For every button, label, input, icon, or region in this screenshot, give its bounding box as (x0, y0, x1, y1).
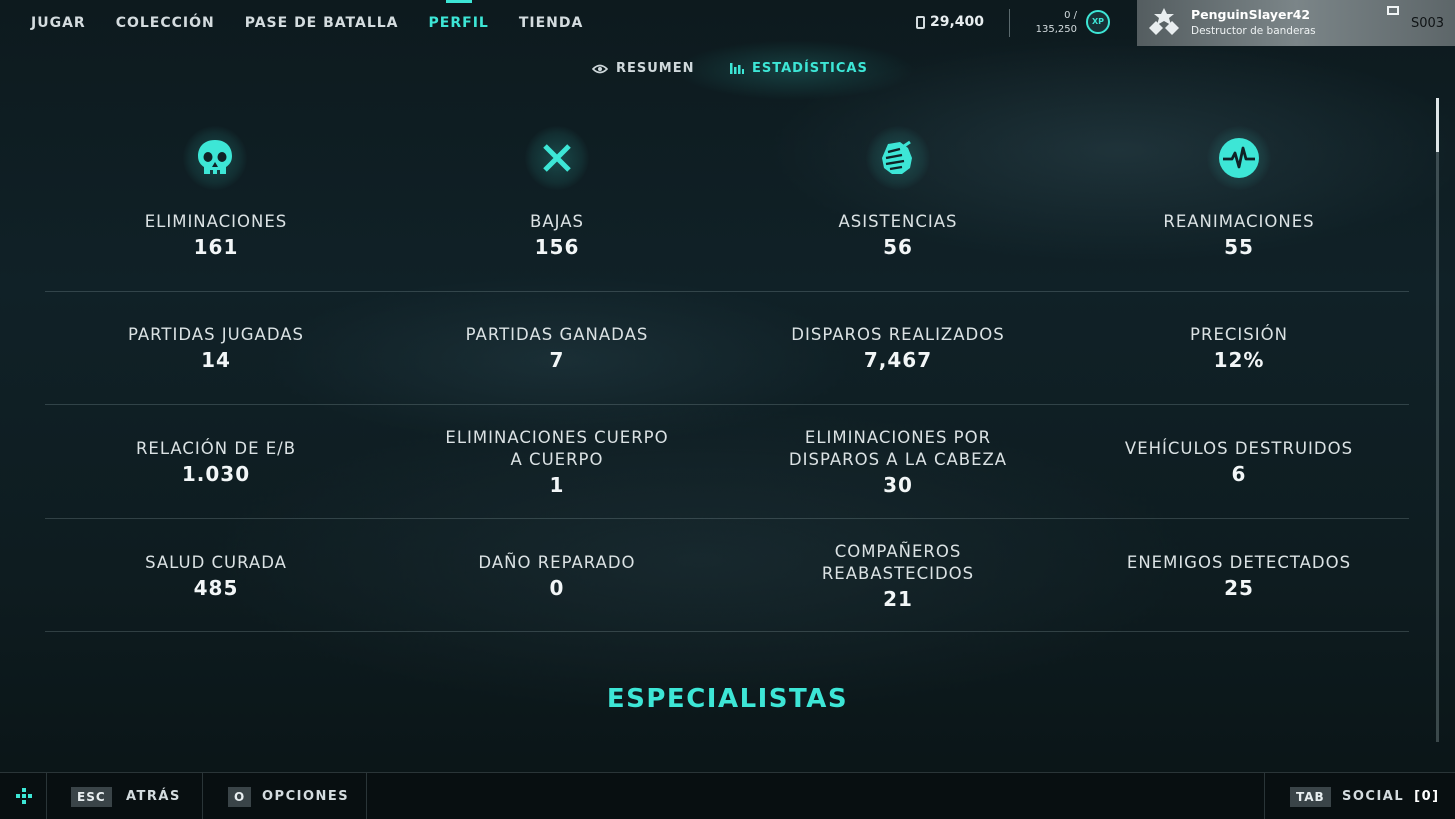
bar-chart-icon (730, 63, 744, 74)
row-divider (45, 518, 1409, 519)
handshake-icon (882, 140, 912, 174)
stat-label: SALUD CURADA (145, 553, 287, 572)
stat-bajas: BAJAS 156 (397, 211, 717, 261)
stat-salud-curada: SALUD CURADA 485 (56, 552, 376, 602)
stat-dano-reparado: DAÑO REPARADO 0 (397, 552, 717, 602)
stat-value: 56 (883, 235, 913, 259)
stat-label: REANIMACIONES (1163, 212, 1315, 231)
stat-value: 7 (549, 348, 565, 372)
tab-resumen-label: RESUMEN (616, 61, 695, 76)
stat-label: ELIMINACIONES POR DISPAROS A LA CABEZA (788, 428, 1008, 469)
social-label: SOCIAL (1342, 789, 1405, 804)
back-button[interactable]: ATRÁS (126, 789, 181, 804)
stat-enemigos-detectados: ENEMIGOS DETECTADOS 25 (1079, 552, 1399, 602)
stat-label: ASISTENCIAS (838, 212, 958, 231)
stat-value: 156 (534, 235, 580, 259)
scrollbar-thumb[interactable] (1436, 98, 1439, 152)
stat-label: BAJAS (530, 212, 584, 231)
options-button[interactable]: OPCIONES (262, 789, 349, 804)
skull-icon (198, 140, 232, 174)
stat-value: 14 (201, 348, 231, 372)
o-key: O (228, 787, 252, 807)
stat-label: PARTIDAS GANADAS (465, 325, 649, 344)
stat-value: 0 (549, 576, 565, 600)
stat-label: ENEMIGOS DETECTADOS (1126, 553, 1352, 572)
row-divider (45, 291, 1409, 292)
stat-label: RELACIÓN DE E/B (135, 439, 297, 458)
scrollbar-track[interactable] (1436, 98, 1439, 742)
stat-label: COMPAÑEROS REABASTECIDOS (821, 542, 975, 583)
stat-reanimaciones: REANIMACIONES 55 (1079, 211, 1399, 261)
stat-partidas-jugadas: PARTIDAS JUGADAS 14 (56, 324, 376, 374)
stat-precision: PRECISIÓN 12% (1079, 324, 1399, 374)
stat-asistencias: ASISTENCIAS 56 (738, 211, 1058, 261)
social-button[interactable]: SOCIAL [0] (1342, 789, 1440, 804)
row-divider (45, 404, 1409, 405)
sub-tabs: RESUMEN ESTADÍSTICAS (0, 0, 1455, 100)
stat-value: 6 (1231, 462, 1247, 486)
dpad-icon (16, 788, 32, 804)
stat-value: 161 (193, 235, 239, 259)
stat-label: VEHÍCULOS DESTRUIDOS (1124, 439, 1354, 458)
tab-resumen[interactable]: RESUMEN (592, 61, 695, 76)
stat-value: 1.030 (181, 462, 251, 486)
stat-icon-eliminaciones (183, 126, 247, 190)
divider (366, 773, 367, 819)
heartbeat-icon (1219, 138, 1259, 178)
section-title-especialistas: ESPECIALISTAS (606, 684, 849, 714)
stat-value: 55 (1224, 235, 1254, 259)
bottom-bar (0, 772, 1455, 819)
eye-icon (592, 64, 608, 73)
divider (202, 773, 203, 819)
stat-value: 1 (549, 473, 565, 497)
esc-key: ESC (71, 787, 112, 807)
x-icon (543, 144, 571, 172)
social-count: [0] (1414, 789, 1440, 804)
stat-value: 7,467 (863, 348, 933, 372)
stat-vehiculos-destruidos: VEHÍCULOS DESTRUIDOS 6 (1079, 438, 1399, 488)
stat-label: DISPAROS REALIZADOS (791, 325, 1005, 344)
stat-eliminaciones-disparos-cabeza: ELIMINACIONES POR DISPAROS A LA CABEZA 3… (738, 427, 1058, 499)
stat-relacion-eb: RELACIÓN DE E/B 1.030 (56, 438, 376, 488)
stat-eliminaciones: ELIMINACIONES 161 (56, 211, 376, 261)
stat-icon-bajas (525, 126, 589, 190)
tab-key: TAB (1290, 787, 1331, 807)
tab-estadisticas-label: ESTADÍSTICAS (752, 61, 868, 76)
stat-label: ELIMINACIONES (144, 212, 288, 231)
stat-label: ELIMINACIONES CUERPO A CUERPO (445, 428, 669, 469)
row-divider (45, 631, 1409, 632)
stat-partidas-ganadas: PARTIDAS GANADAS 7 (397, 324, 717, 374)
stat-label: DAÑO REPARADO (478, 553, 636, 572)
stat-value: 12% (1213, 348, 1265, 372)
stat-label: PRECISIÓN (1190, 325, 1288, 344)
stat-value: 485 (193, 576, 239, 600)
stat-eliminaciones-cuerpo-a-cuerpo: ELIMINACIONES CUERPO A CUERPO 1 (397, 427, 717, 499)
stat-label: PARTIDAS JUGADAS (127, 325, 304, 344)
tab-estadisticas[interactable]: ESTADÍSTICAS (730, 61, 868, 76)
divider (46, 773, 47, 819)
stat-value: 30 (883, 473, 913, 497)
stat-value: 21 (883, 587, 913, 611)
stat-value: 25 (1224, 576, 1254, 600)
stat-icon-reanimaciones (1207, 126, 1271, 190)
stat-icon-asistencias (866, 126, 930, 190)
stat-companeros-reabastecidos: COMPAÑEROS REABASTECIDOS 21 (738, 541, 1058, 613)
divider (1264, 773, 1265, 819)
stat-disparos-realizados: DISPAROS REALIZADOS 7,467 (738, 324, 1058, 374)
